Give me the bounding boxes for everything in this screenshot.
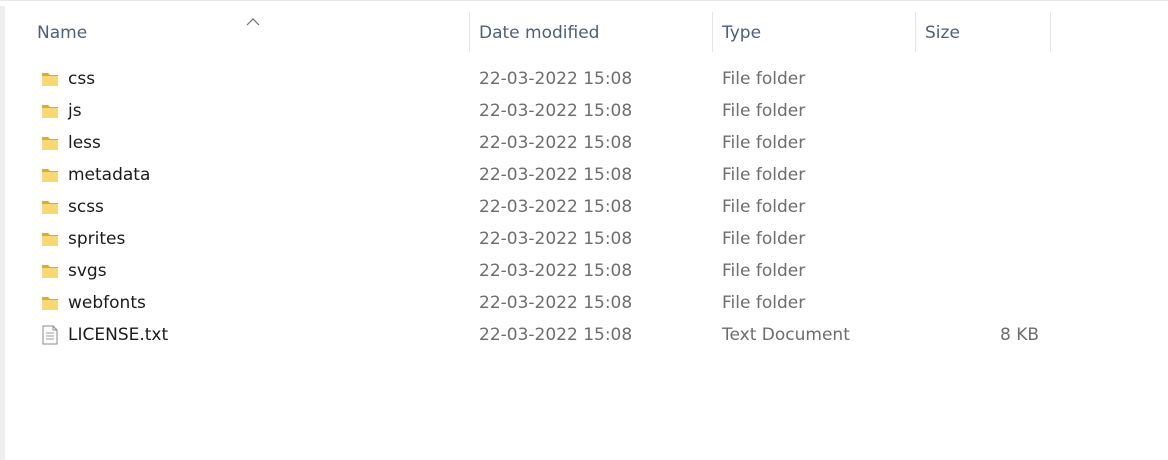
text-document-icon	[42, 325, 58, 345]
folder-icon	[42, 201, 58, 214]
file-row-sprites[interactable]: sprites 22-03-2022 15:08 File folder	[0, 223, 1168, 255]
column-divider[interactable]	[712, 12, 713, 52]
file-row-less[interactable]: less 22-03-2022 15:08 File folder	[0, 127, 1168, 159]
file-type: File folder	[722, 101, 806, 121]
file-explorer-details-view: Name Date modified Type Size css 22-03-2…	[0, 0, 1168, 460]
file-row-metadata[interactable]: metadata 22-03-2022 15:08 File folder	[0, 159, 1168, 191]
column-divider[interactable]	[469, 12, 470, 52]
file-type: File folder	[722, 293, 806, 313]
column-divider[interactable]	[915, 12, 916, 52]
file-name: sprites	[68, 229, 126, 249]
column-divider[interactable]	[1050, 12, 1051, 52]
file-size	[960, 95, 1039, 127]
file-row-webfonts[interactable]: webfonts 22-03-2022 15:08 File folder	[0, 287, 1168, 319]
file-name: scss	[68, 197, 104, 217]
column-header-type[interactable]: Type	[722, 12, 912, 52]
folder-icon	[42, 137, 58, 150]
file-size	[960, 287, 1039, 319]
folder-icon	[42, 233, 58, 246]
file-row-license-txt[interactable]: LICENSE.txt 22-03-2022 15:08 Text Docume…	[0, 319, 1168, 351]
column-header-size[interactable]: Size	[925, 12, 1045, 52]
file-row-svgs[interactable]: svgs 22-03-2022 15:08 File folder	[0, 255, 1168, 287]
file-date-modified: 22-03-2022 15:08	[479, 229, 633, 249]
file-date-modified: 22-03-2022 15:08	[479, 293, 633, 313]
file-type: File folder	[722, 197, 806, 217]
file-type: File folder	[722, 229, 806, 249]
file-date-modified: 22-03-2022 15:08	[479, 101, 633, 121]
file-size	[960, 127, 1039, 159]
file-date-modified: 22-03-2022 15:08	[479, 69, 633, 89]
file-type: File folder	[722, 133, 806, 153]
file-date-modified: 22-03-2022 15:08	[479, 133, 633, 153]
folder-icon	[42, 105, 58, 118]
file-date-modified: 22-03-2022 15:08	[479, 165, 633, 185]
file-name: webfonts	[68, 293, 146, 313]
file-size	[960, 63, 1039, 95]
file-type: File folder	[722, 165, 806, 185]
file-type: Text Document	[722, 325, 850, 345]
file-name: css	[68, 69, 96, 89]
file-row-scss[interactable]: scss 22-03-2022 15:08 File folder	[0, 191, 1168, 223]
file-name: js	[68, 101, 82, 121]
folder-icon	[42, 169, 58, 182]
folder-icon	[42, 297, 58, 310]
file-size	[960, 159, 1039, 191]
file-date-modified: 22-03-2022 15:08	[479, 261, 633, 281]
file-name: LICENSE.txt	[68, 325, 169, 345]
file-row-css[interactable]: css 22-03-2022 15:08 File folder	[0, 63, 1168, 95]
file-date-modified: 22-03-2022 15:08	[479, 325, 633, 345]
file-size	[960, 223, 1039, 255]
folder-icon	[42, 73, 58, 86]
column-header-name[interactable]: Name	[37, 12, 467, 52]
file-name: less	[68, 133, 101, 153]
file-type: File folder	[722, 69, 806, 89]
file-list: css 22-03-2022 15:08 File folder js 22-0…	[0, 63, 1168, 351]
file-type: File folder	[722, 261, 806, 281]
column-header-row: Name Date modified Type Size	[5, 12, 1168, 52]
top-divider	[0, 0, 1168, 7]
file-row-js[interactable]: js 22-03-2022 15:08 File folder	[0, 95, 1168, 127]
folder-icon	[42, 265, 58, 278]
file-size: 8 KB	[999, 325, 1039, 345]
file-name: svgs	[68, 261, 107, 281]
file-size	[960, 191, 1039, 223]
column-header-date-modified[interactable]: Date modified	[479, 12, 709, 52]
file-date-modified: 22-03-2022 15:08	[479, 197, 633, 217]
file-name: metadata	[68, 165, 151, 185]
file-size	[960, 255, 1039, 287]
